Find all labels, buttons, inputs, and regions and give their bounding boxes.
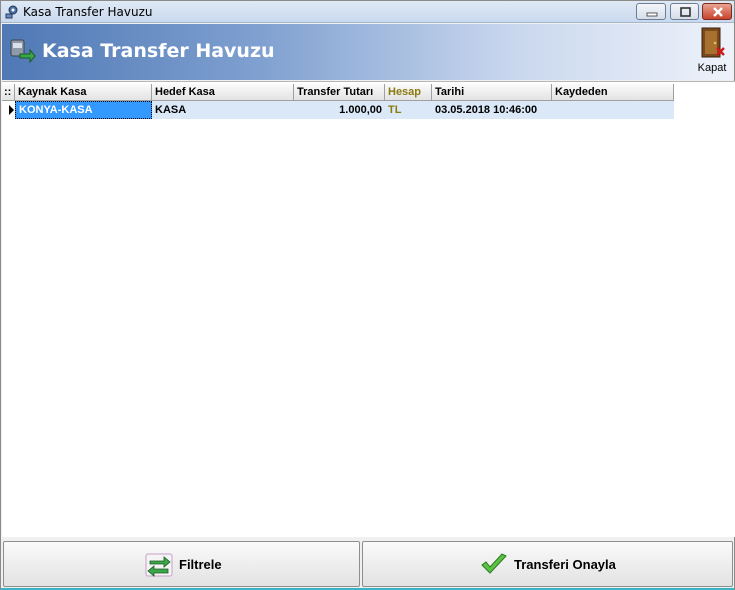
close-button[interactable]: Kapat [693, 26, 731, 76]
cell-tarihi[interactable]: 03.05.2018 10:46:00 [432, 101, 552, 119]
column-header-tarihi[interactable]: Tarihi [432, 84, 552, 101]
table-row[interactable]: KONYA-KASA KASA 1.000,00 TL 03.05.2018 1… [2, 101, 674, 119]
transfer-grid[interactable]: :: Kaynak Kasa Hedef Kasa Transfer Tutar… [2, 81, 735, 537]
checkmark-icon [479, 552, 509, 578]
filter-button-label: Filtrele [179, 557, 222, 572]
column-header-hedef-kasa[interactable]: Hedef Kasa [152, 84, 294, 101]
cell-hesap[interactable]: TL [385, 101, 432, 119]
approve-transfer-button[interactable]: Transferi Onayla [362, 541, 733, 587]
column-header-transfer-tutari[interactable]: Transfer Tutarı [294, 84, 385, 101]
cash-transfer-icon [8, 36, 36, 64]
row-indicator-header: :: [2, 84, 15, 101]
main-window: Kasa Transfer Havuzu Kasa Transfer Havuz… [0, 0, 735, 590]
column-header-hesap[interactable]: Hesap [385, 84, 432, 101]
close-window-button[interactable] [702, 3, 732, 20]
title-bar: Kasa Transfer Havuzu [1, 1, 734, 23]
current-row-indicator-icon [2, 101, 15, 119]
cell-transfer-tutari[interactable]: 1.000,00 [294, 101, 385, 119]
cell-hedef-kasa[interactable]: KASA [152, 101, 294, 119]
approve-transfer-button-label: Transferi Onayla [514, 557, 616, 572]
window-title: Kasa Transfer Havuzu [23, 5, 153, 19]
filter-button[interactable]: Filtrele [3, 541, 360, 587]
cell-kaynak-kasa[interactable]: KONYA-KASA [15, 101, 152, 119]
header-banner: Kasa Transfer Havuzu [2, 24, 733, 80]
column-header-kaydeden[interactable]: Kaydeden [552, 84, 674, 101]
close-button-label: Kapat [697, 62, 727, 74]
app-icon [4, 4, 20, 20]
door-exit-icon [700, 27, 726, 59]
page-title: Kasa Transfer Havuzu [42, 40, 275, 62]
filter-arrows-icon [144, 552, 174, 578]
column-header-kaynak-kasa[interactable]: Kaynak Kasa [15, 84, 152, 101]
maximize-button[interactable] [670, 3, 699, 20]
minimize-button[interactable] [636, 3, 666, 20]
cell-kaydeden[interactable] [552, 101, 674, 119]
